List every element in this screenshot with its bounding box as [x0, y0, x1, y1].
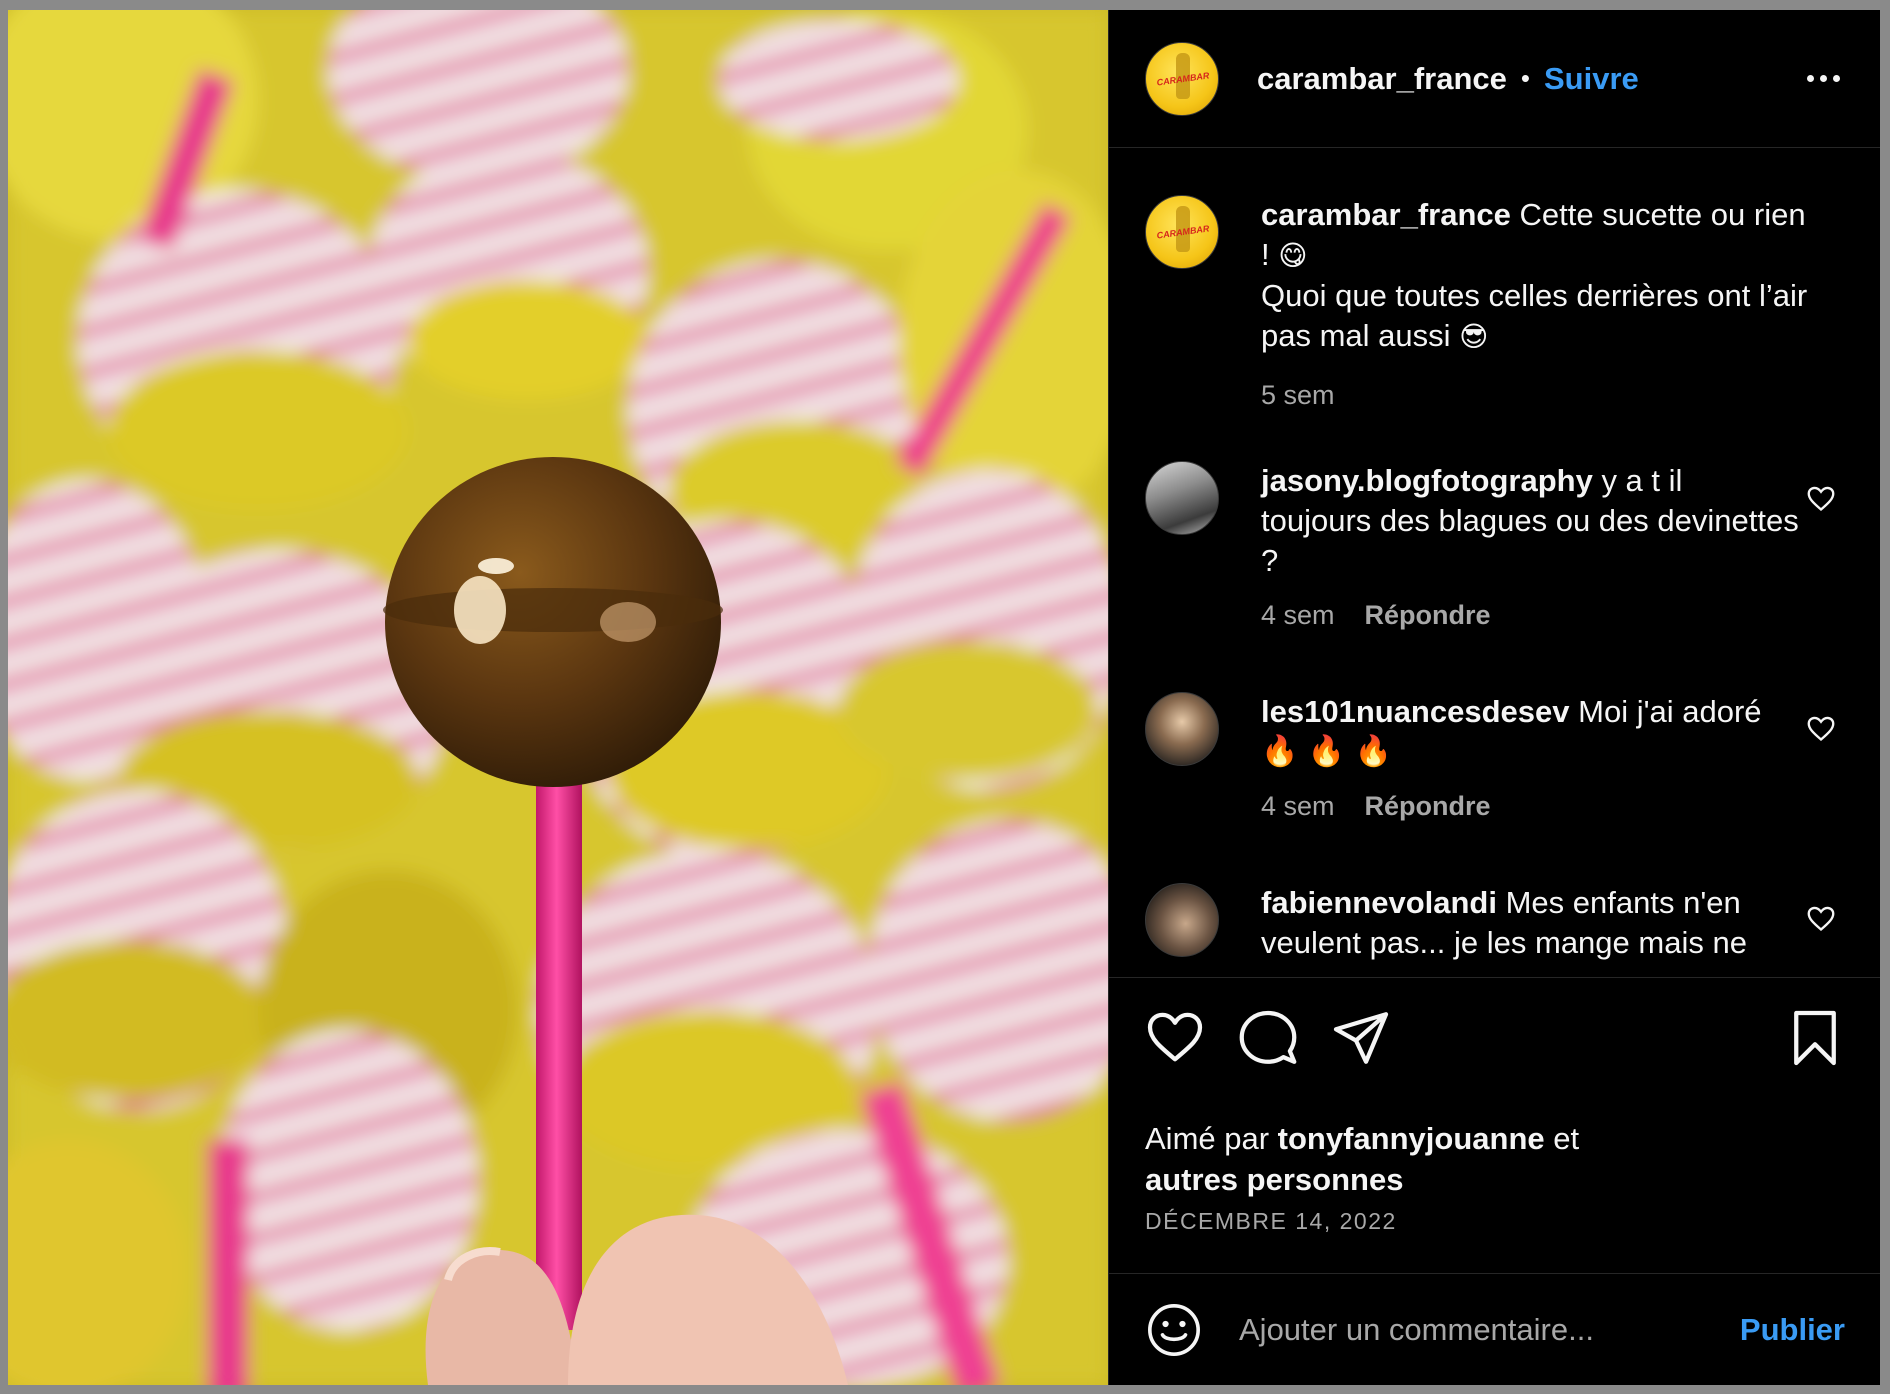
lollipop-photo	[8, 10, 1108, 1385]
bookmark-icon[interactable]	[1785, 1008, 1845, 1068]
comment-time: 4 sem	[1261, 600, 1335, 630]
caption-text-line2: Quoi que toutes celles derrières ont l’a…	[1261, 278, 1808, 353]
more-horizontal-icon	[1807, 75, 1814, 82]
post-date[interactable]: DÉCEMBRE 14, 2022	[1145, 1208, 1397, 1235]
post-actions: Aimé par tonyfannyjouanne et autres pers…	[1109, 977, 1880, 1273]
publish-button[interactable]: Publier	[1740, 1312, 1845, 1348]
window-frame: CARAMBAR carambar_france • Suivre CARAMB…	[0, 0, 1890, 1394]
reply-button[interactable]: Répondre	[1365, 595, 1491, 635]
comment-icon[interactable]	[1238, 1008, 1298, 1068]
comment-username[interactable]: jasony.blogfotography	[1261, 463, 1593, 498]
sunglasses-emoji-icon: 😎	[1459, 320, 1489, 353]
more-options-button[interactable]	[1803, 65, 1844, 92]
author-avatar[interactable]: CARAMBAR	[1145, 41, 1219, 116]
yum-emoji-icon: 😋	[1278, 239, 1308, 272]
likes-summary: Aimé par tonyfannyjouanne et autres pers…	[1145, 1118, 1579, 1200]
comment-username[interactable]: fabiennevolandi	[1261, 885, 1497, 920]
heart-icon[interactable]	[1145, 1008, 1205, 1068]
like-comment-heart-icon[interactable]	[1807, 906, 1835, 932]
caption-author-avatar[interactable]: CARAMBAR	[1145, 195, 1219, 269]
share-icon[interactable]	[1331, 1008, 1391, 1068]
comment-item: jasony.blogfotography y a t il toujours …	[1145, 461, 1875, 635]
emoji-smiley-icon[interactable]	[1145, 1301, 1203, 1359]
commenter-avatar[interactable]	[1145, 461, 1219, 535]
comment-username[interactable]: les101nuancesdesev	[1261, 694, 1570, 729]
post-image[interactable]	[8, 10, 1108, 1385]
post-modal: CARAMBAR carambar_france • Suivre CARAMB…	[8, 10, 1880, 1385]
author-username[interactable]: carambar_france	[1257, 61, 1507, 97]
comment-item: fabiennevolandi Mes enfants n'en veulent…	[1145, 883, 1875, 963]
caption: CARAMBAR carambar_france Cette sucette o…	[1145, 195, 1875, 415]
post-header: CARAMBAR carambar_france • Suivre	[1109, 10, 1880, 148]
liker-username[interactable]: tonyfannyjouanne	[1278, 1121, 1545, 1156]
comment-text: Moi j'ai adoré	[1578, 694, 1762, 729]
comments-list[interactable]: CARAMBAR carambar_france Cette sucette o…	[1109, 149, 1880, 977]
likes-prefix: Aimé par	[1145, 1121, 1270, 1156]
add-comment-bar: Publier	[1109, 1273, 1880, 1385]
reply-button[interactable]: Répondre	[1365, 786, 1491, 826]
post-side-panel: CARAMBAR carambar_france • Suivre CARAMB…	[1108, 10, 1880, 1385]
comment-item: les101nuancesdesev Moi j'ai adoré 🔥 🔥 🔥 …	[1145, 692, 1875, 826]
likes-others-link[interactable]: autres personnes	[1145, 1162, 1403, 1197]
like-comment-heart-icon[interactable]	[1807, 486, 1835, 512]
caption-time: 5 sem	[1261, 380, 1335, 410]
caption-username[interactable]: carambar_france	[1261, 197, 1511, 232]
separator-dot: •	[1520, 63, 1530, 93]
action-bar	[1145, 1008, 1845, 1068]
follow-button[interactable]: Suivre	[1544, 61, 1639, 97]
fire-emoji-icon: 🔥 🔥 🔥	[1261, 734, 1393, 769]
comment-input[interactable]	[1239, 1311, 1720, 1348]
commenter-avatar[interactable]	[1145, 692, 1219, 766]
comment-time: 4 sem	[1261, 791, 1335, 821]
likes-middle: et	[1553, 1121, 1580, 1156]
commenter-avatar[interactable]	[1145, 883, 1219, 957]
like-comment-heart-icon[interactable]	[1807, 716, 1835, 742]
